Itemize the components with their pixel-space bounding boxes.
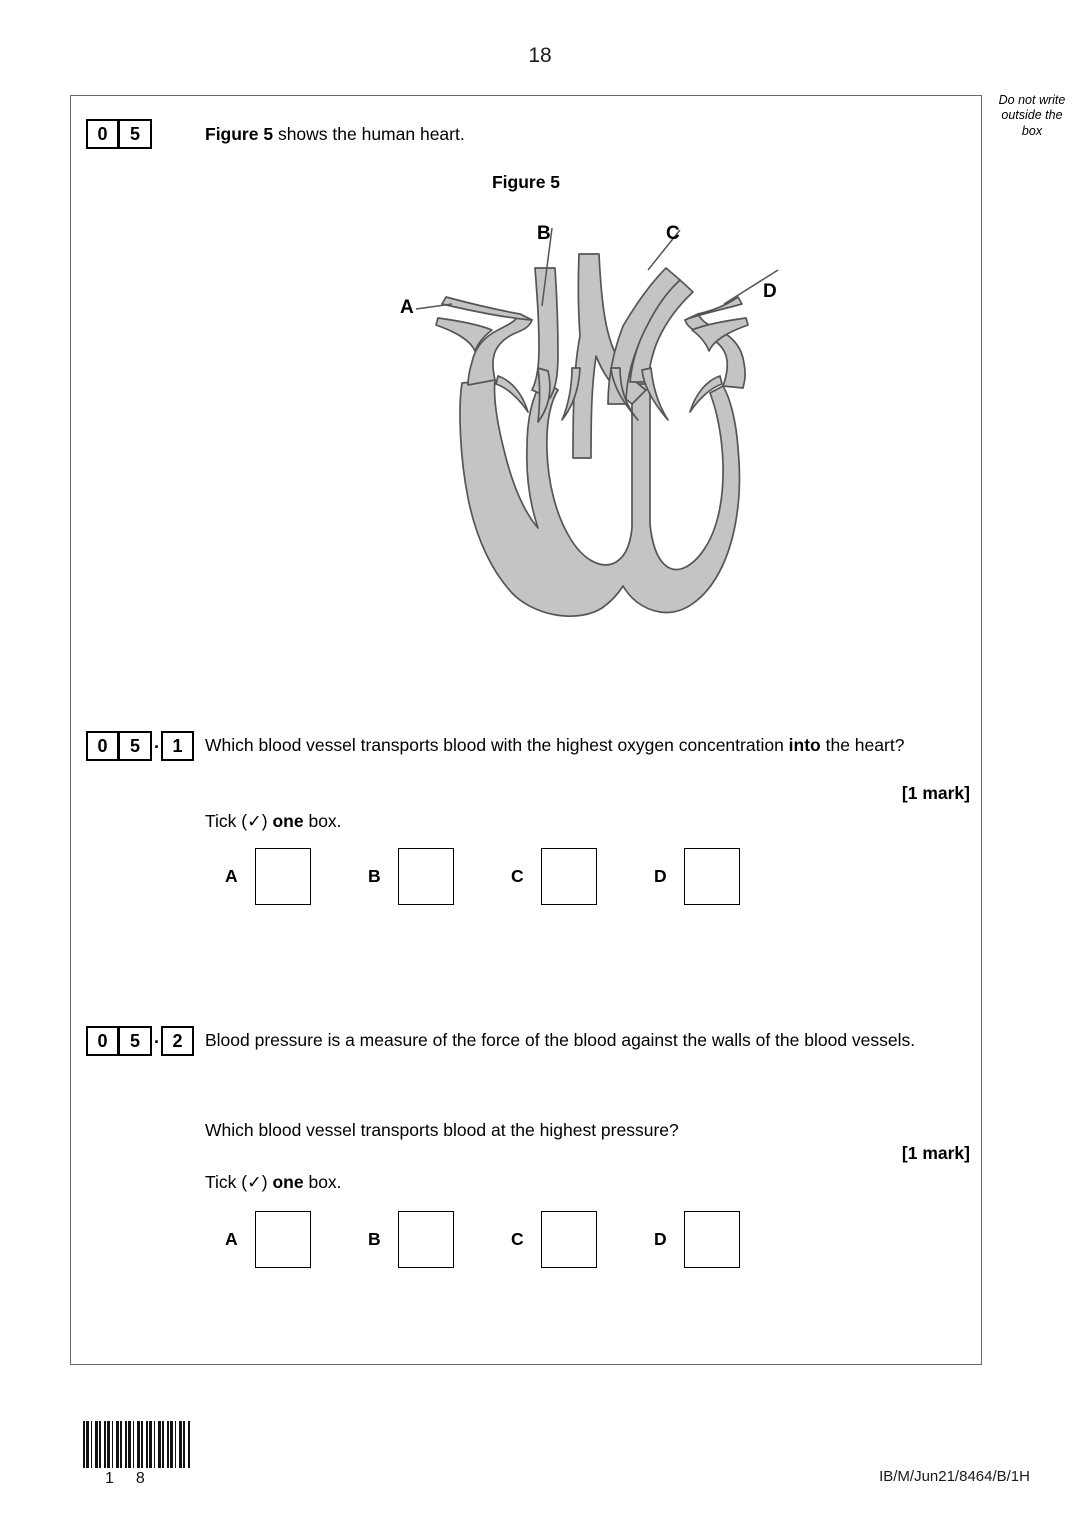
heart-label-c: C [666, 223, 680, 244]
q051-sub-digit: 1 [161, 731, 194, 761]
option-letter-d: D [654, 866, 667, 886]
option-letter-b: B [368, 866, 381, 886]
option-letter-a-2: A [225, 1229, 238, 1249]
q051-tick-part2: box. [303, 811, 342, 831]
q052-digit-5: 5 [119, 1026, 152, 1056]
q051-dot: . [153, 731, 159, 752]
question-number-05-1: 0 5 . 1 [86, 731, 194, 761]
question-05-1-tick-instruction: Tick (✓) one box. [205, 809, 342, 834]
tick-box-d[interactable] [684, 848, 740, 905]
q052-digit-0: 0 [86, 1026, 119, 1056]
leader-line-a [415, 303, 453, 310]
margin-note-line-2: outside the [1001, 108, 1063, 123]
option-group-c: C [511, 848, 654, 905]
question-05-1-text: Which blood vessel transports blood with… [205, 733, 917, 758]
tick-box-c-2[interactable] [541, 1211, 597, 1268]
question-05-2-tick-instruction: Tick (✓) one box. [205, 1170, 342, 1195]
q051-text-part2: the heart? [820, 735, 905, 755]
heart-label-b: B [537, 223, 551, 244]
question-05-2-answer-options: A B C D [225, 1211, 797, 1268]
question-number-05-2: 0 5 . 2 [86, 1026, 194, 1056]
footer-paper-code: IB/M/Jun21/8464/B/1H [879, 1468, 1030, 1485]
option-letter-c: C [511, 866, 524, 886]
q052-tick-bold: one [272, 1172, 304, 1192]
q051-tick-bold: one [272, 811, 304, 831]
q052-sub-digit: 2 [161, 1026, 194, 1056]
question-digit-5: 5 [119, 119, 152, 149]
option-group-d: D [654, 848, 797, 905]
q051-text-part1: Which blood vessel transports blood with… [205, 735, 789, 755]
margin-note-line-3: box [1021, 123, 1043, 138]
heart-label-d: D [763, 281, 777, 302]
stem-rest: shows the human heart. [273, 124, 465, 144]
tick-box-b[interactable] [398, 848, 454, 905]
barcode-digits: 1 8 [83, 1470, 191, 1488]
option-letter-a: A [225, 866, 238, 886]
option-letter-c-2: C [511, 1229, 524, 1249]
question-05-2-text-2: Which blood vessel transports blood at t… [205, 1120, 679, 1140]
q051-tick-part1: Tick (✓) [205, 811, 273, 831]
question-05-2-text-1: Blood pressure is a measure of the force… [205, 1030, 916, 1050]
margin-note-line-1: Do not write [998, 93, 1066, 107]
q052-tick-part1: Tick (✓) [205, 1172, 273, 1192]
q052-dot: . [153, 1026, 159, 1047]
option-letter-d-2: D [654, 1229, 667, 1249]
heart-label-a: A [400, 297, 414, 318]
q051-text-bold: into [788, 735, 821, 755]
tick-box-b-2[interactable] [398, 1211, 454, 1268]
heart-diagram [380, 208, 800, 628]
figure-5-caption: Figure 5 [491, 172, 561, 192]
q052-tick-part2: box. [303, 1172, 342, 1192]
question-digit-0: 0 [86, 119, 119, 149]
question-05-1-answer-options: A B C D [225, 848, 797, 905]
option-group-a: A [225, 848, 368, 905]
tick-box-a[interactable] [255, 848, 311, 905]
barcode-area: 1 8 [83, 1421, 203, 1488]
option-group-a-2: A [225, 1211, 368, 1268]
option-group-c-2: C [511, 1211, 654, 1268]
question-05-stem: Figure 5 shows the human heart. [205, 122, 905, 147]
option-group-d-2: D [654, 1211, 797, 1268]
question-number-05: 0 5 [86, 119, 152, 149]
option-group-b: B [368, 848, 511, 905]
q051-digit-5: 5 [119, 731, 152, 761]
tick-box-d-2[interactable] [684, 1211, 740, 1268]
page-number: 18 [528, 44, 552, 67]
barcode-digit-1: 1 [105, 1470, 114, 1487]
option-group-b-2: B [368, 1211, 511, 1268]
tick-box-c[interactable] [541, 848, 597, 905]
tick-box-a-2[interactable] [255, 1211, 311, 1268]
stem-figure-ref: Figure 5 [205, 124, 274, 144]
question-05-1-marks: [1 mark] [901, 783, 970, 803]
do-not-write-outside-box-note: Do not write outside the box [986, 93, 1078, 139]
question-05-2-marks: [1 mark] [901, 1143, 970, 1163]
barcode-image [83, 1421, 191, 1468]
barcode-digit-2: 8 [135, 1470, 145, 1487]
option-letter-b-2: B [368, 1229, 381, 1249]
q051-digit-0: 0 [86, 731, 119, 761]
